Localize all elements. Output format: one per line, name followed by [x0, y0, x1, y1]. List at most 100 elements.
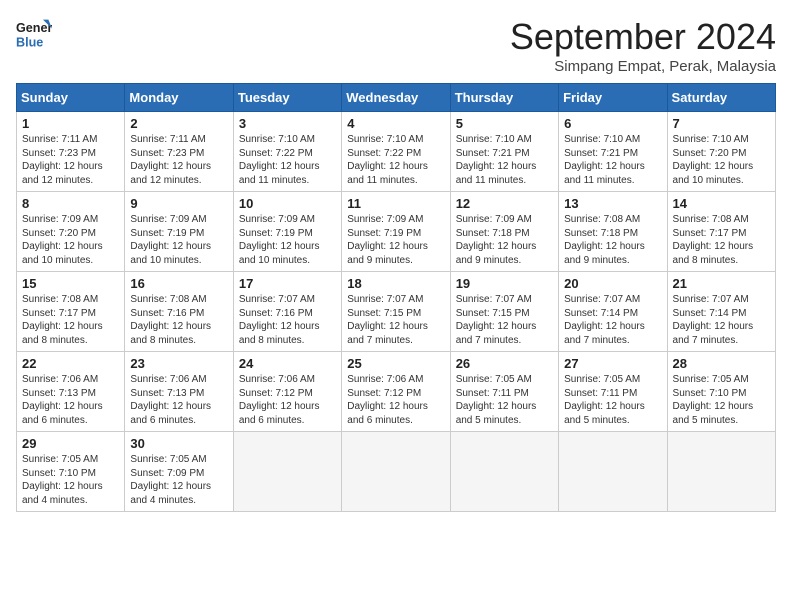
day-info: Sunrise: 7:09 AMSunset: 7:18 PMDaylight:… [456, 213, 553, 267]
day-info: Sunrise: 7:05 AMSunset: 7:11 PMDaylight:… [456, 373, 553, 427]
day-number: 22 [22, 356, 119, 371]
day-number: 23 [130, 356, 227, 371]
logo-icon: General Blue [16, 16, 52, 52]
calendar-cell: 18 Sunrise: 7:07 AMSunset: 7:15 PMDayligh… [342, 272, 450, 352]
day-info: Sunrise: 7:06 AMSunset: 7:12 PMDaylight:… [239, 373, 336, 427]
day-info: Sunrise: 7:10 AMSunset: 7:22 PMDaylight:… [239, 133, 336, 187]
weekday-header: Tuesday [233, 84, 341, 112]
calendar-cell [667, 432, 775, 512]
day-info: Sunrise: 7:10 AMSunset: 7:21 PMDaylight:… [564, 133, 661, 187]
calendar-week-row: 29 Sunrise: 7:05 AMSunset: 7:10 PMDayligh… [17, 432, 776, 512]
day-number: 14 [673, 196, 770, 211]
day-number: 12 [456, 196, 553, 211]
calendar-cell: 7Sunrise: 7:10 AMSunset: 7:20 PMDaylight… [667, 112, 775, 192]
weekday-header: Wednesday [342, 84, 450, 112]
calendar-cell: 26 Sunrise: 7:05 AMSunset: 7:11 PMDayligh… [450, 352, 558, 432]
month-title: September 2024 [510, 16, 776, 58]
day-info: Sunrise: 7:07 AMSunset: 7:14 PMDaylight:… [564, 293, 661, 347]
calendar-cell: 10 Sunrise: 7:09 AMSunset: 7:19 PMDayligh… [233, 192, 341, 272]
calendar-week-row: 22 Sunrise: 7:06 AMSunset: 7:13 PMDayligh… [17, 352, 776, 432]
calendar-cell: 16 Sunrise: 7:08 AMSunset: 7:16 PMDayligh… [125, 272, 233, 352]
day-info: Sunrise: 7:08 AMSunset: 7:17 PMDaylight:… [673, 213, 770, 267]
day-info: Sunrise: 7:09 AMSunset: 7:20 PMDaylight:… [22, 213, 119, 267]
day-info: Sunrise: 7:10 AMSunset: 7:20 PMDaylight:… [673, 133, 770, 187]
day-info: Sunrise: 7:11 AMSunset: 7:23 PMDaylight:… [130, 133, 227, 187]
day-number: 8 [22, 196, 119, 211]
day-number: 13 [564, 196, 661, 211]
day-number: 2 [130, 116, 227, 131]
day-number: 9 [130, 196, 227, 211]
calendar-cell: 21Sunrise: 7:07 AMSunset: 7:14 PMDayligh… [667, 272, 775, 352]
day-info: Sunrise: 7:06 AMSunset: 7:13 PMDaylight:… [22, 373, 119, 427]
day-info: Sunrise: 7:07 AMSunset: 7:16 PMDaylight:… [239, 293, 336, 347]
day-info: Sunrise: 7:08 AMSunset: 7:17 PMDaylight:… [22, 293, 119, 347]
calendar-cell: 14 Sunrise: 7:08 AMSunset: 7:17 PMDayligh… [667, 192, 775, 272]
day-info: Sunrise: 7:06 AMSunset: 7:13 PMDaylight:… [130, 373, 227, 427]
day-number: 27 [564, 356, 661, 371]
calendar-week-row: 15 Sunrise: 7:08 AMSunset: 7:17 PMDayligh… [17, 272, 776, 352]
day-info: Sunrise: 7:06 AMSunset: 7:12 PMDaylight:… [347, 373, 444, 427]
calendar-cell: 3 Sunrise: 7:10 AMSunset: 7:22 PMDaylight… [233, 112, 341, 192]
weekday-header: Sunday [17, 84, 125, 112]
calendar-cell: 15 Sunrise: 7:08 AMSunset: 7:17 PMDayligh… [17, 272, 125, 352]
calendar-cell: 11 Sunrise: 7:09 AMSunset: 7:19 PMDayligh… [342, 192, 450, 272]
calendar-cell [450, 432, 558, 512]
calendar-table: SundayMondayTuesdayWednesdayThursdayFrid… [16, 83, 776, 512]
day-number: 29 [22, 436, 119, 451]
weekday-header: Saturday [667, 84, 775, 112]
day-number: 3 [239, 116, 336, 131]
day-number: 11 [347, 196, 444, 211]
calendar-cell: 27 Sunrise: 7:05 AMSunset: 7:11 PMDayligh… [559, 352, 667, 432]
page-header: General Blue September 2024 Simpang Empa… [16, 16, 776, 75]
day-number: 15 [22, 276, 119, 291]
logo: General Blue [16, 16, 52, 52]
day-number: 28 [673, 356, 770, 371]
day-info: Sunrise: 7:07 AMSunset: 7:15 PMDaylight:… [347, 293, 444, 347]
day-info: Sunrise: 7:09 AMSunset: 7:19 PMDaylight:… [239, 213, 336, 267]
calendar-cell: 28Sunrise: 7:05 AMSunset: 7:10 PMDayligh… [667, 352, 775, 432]
calendar-cell [559, 432, 667, 512]
day-number: 26 [456, 356, 553, 371]
calendar-cell: 25 Sunrise: 7:06 AMSunset: 7:12 PMDayligh… [342, 352, 450, 432]
day-info: Sunrise: 7:09 AMSunset: 7:19 PMDaylight:… [347, 213, 444, 267]
day-number: 20 [564, 276, 661, 291]
calendar-cell: 23 Sunrise: 7:06 AMSunset: 7:13 PMDayligh… [125, 352, 233, 432]
calendar-week-row: 8 Sunrise: 7:09 AMSunset: 7:20 PMDaylight… [17, 192, 776, 272]
calendar-cell [342, 432, 450, 512]
calendar-cell: 30 Sunrise: 7:05 AMSunset: 7:09 PMDayligh… [125, 432, 233, 512]
day-number: 10 [239, 196, 336, 211]
calendar-cell: 22 Sunrise: 7:06 AMSunset: 7:13 PMDayligh… [17, 352, 125, 432]
day-number: 16 [130, 276, 227, 291]
day-number: 18 [347, 276, 444, 291]
day-info: Sunrise: 7:05 AMSunset: 7:11 PMDaylight:… [564, 373, 661, 427]
calendar-cell: 1Sunrise: 7:11 AMSunset: 7:23 PMDaylight… [17, 112, 125, 192]
day-info: Sunrise: 7:05 AMSunset: 7:10 PMDaylight:… [22, 453, 119, 507]
day-info: Sunrise: 7:10 AMSunset: 7:21 PMDaylight:… [456, 133, 553, 187]
weekday-header: Friday [559, 84, 667, 112]
day-number: 4 [347, 116, 444, 131]
day-info: Sunrise: 7:11 AMSunset: 7:23 PMDaylight:… [22, 133, 119, 187]
day-number: 6 [564, 116, 661, 131]
calendar-cell: 24 Sunrise: 7:06 AMSunset: 7:12 PMDayligh… [233, 352, 341, 432]
calendar-cell: 12 Sunrise: 7:09 AMSunset: 7:18 PMDayligh… [450, 192, 558, 272]
day-info: Sunrise: 7:05 AMSunset: 7:09 PMDaylight:… [130, 453, 227, 507]
weekday-header: Thursday [450, 84, 558, 112]
calendar-cell: 13 Sunrise: 7:08 AMSunset: 7:18 PMDayligh… [559, 192, 667, 272]
day-info: Sunrise: 7:07 AMSunset: 7:14 PMDaylight:… [673, 293, 770, 347]
day-number: 30 [130, 436, 227, 451]
day-info: Sunrise: 7:07 AMSunset: 7:15 PMDaylight:… [456, 293, 553, 347]
day-info: Sunrise: 7:08 AMSunset: 7:16 PMDaylight:… [130, 293, 227, 347]
day-number: 25 [347, 356, 444, 371]
day-info: Sunrise: 7:10 AMSunset: 7:22 PMDaylight:… [347, 133, 444, 187]
calendar-cell: 4 Sunrise: 7:10 AMSunset: 7:22 PMDaylight… [342, 112, 450, 192]
day-info: Sunrise: 7:08 AMSunset: 7:18 PMDaylight:… [564, 213, 661, 267]
weekday-header-row: SundayMondayTuesdayWednesdayThursdayFrid… [17, 84, 776, 112]
calendar-cell: 17 Sunrise: 7:07 AMSunset: 7:16 PMDayligh… [233, 272, 341, 352]
calendar-week-row: 1Sunrise: 7:11 AMSunset: 7:23 PMDaylight… [17, 112, 776, 192]
day-number: 17 [239, 276, 336, 291]
calendar-cell [233, 432, 341, 512]
day-info: Sunrise: 7:09 AMSunset: 7:19 PMDaylight:… [130, 213, 227, 267]
day-number: 24 [239, 356, 336, 371]
calendar-cell: 8 Sunrise: 7:09 AMSunset: 7:20 PMDaylight… [17, 192, 125, 272]
svg-text:Blue: Blue [16, 36, 43, 50]
